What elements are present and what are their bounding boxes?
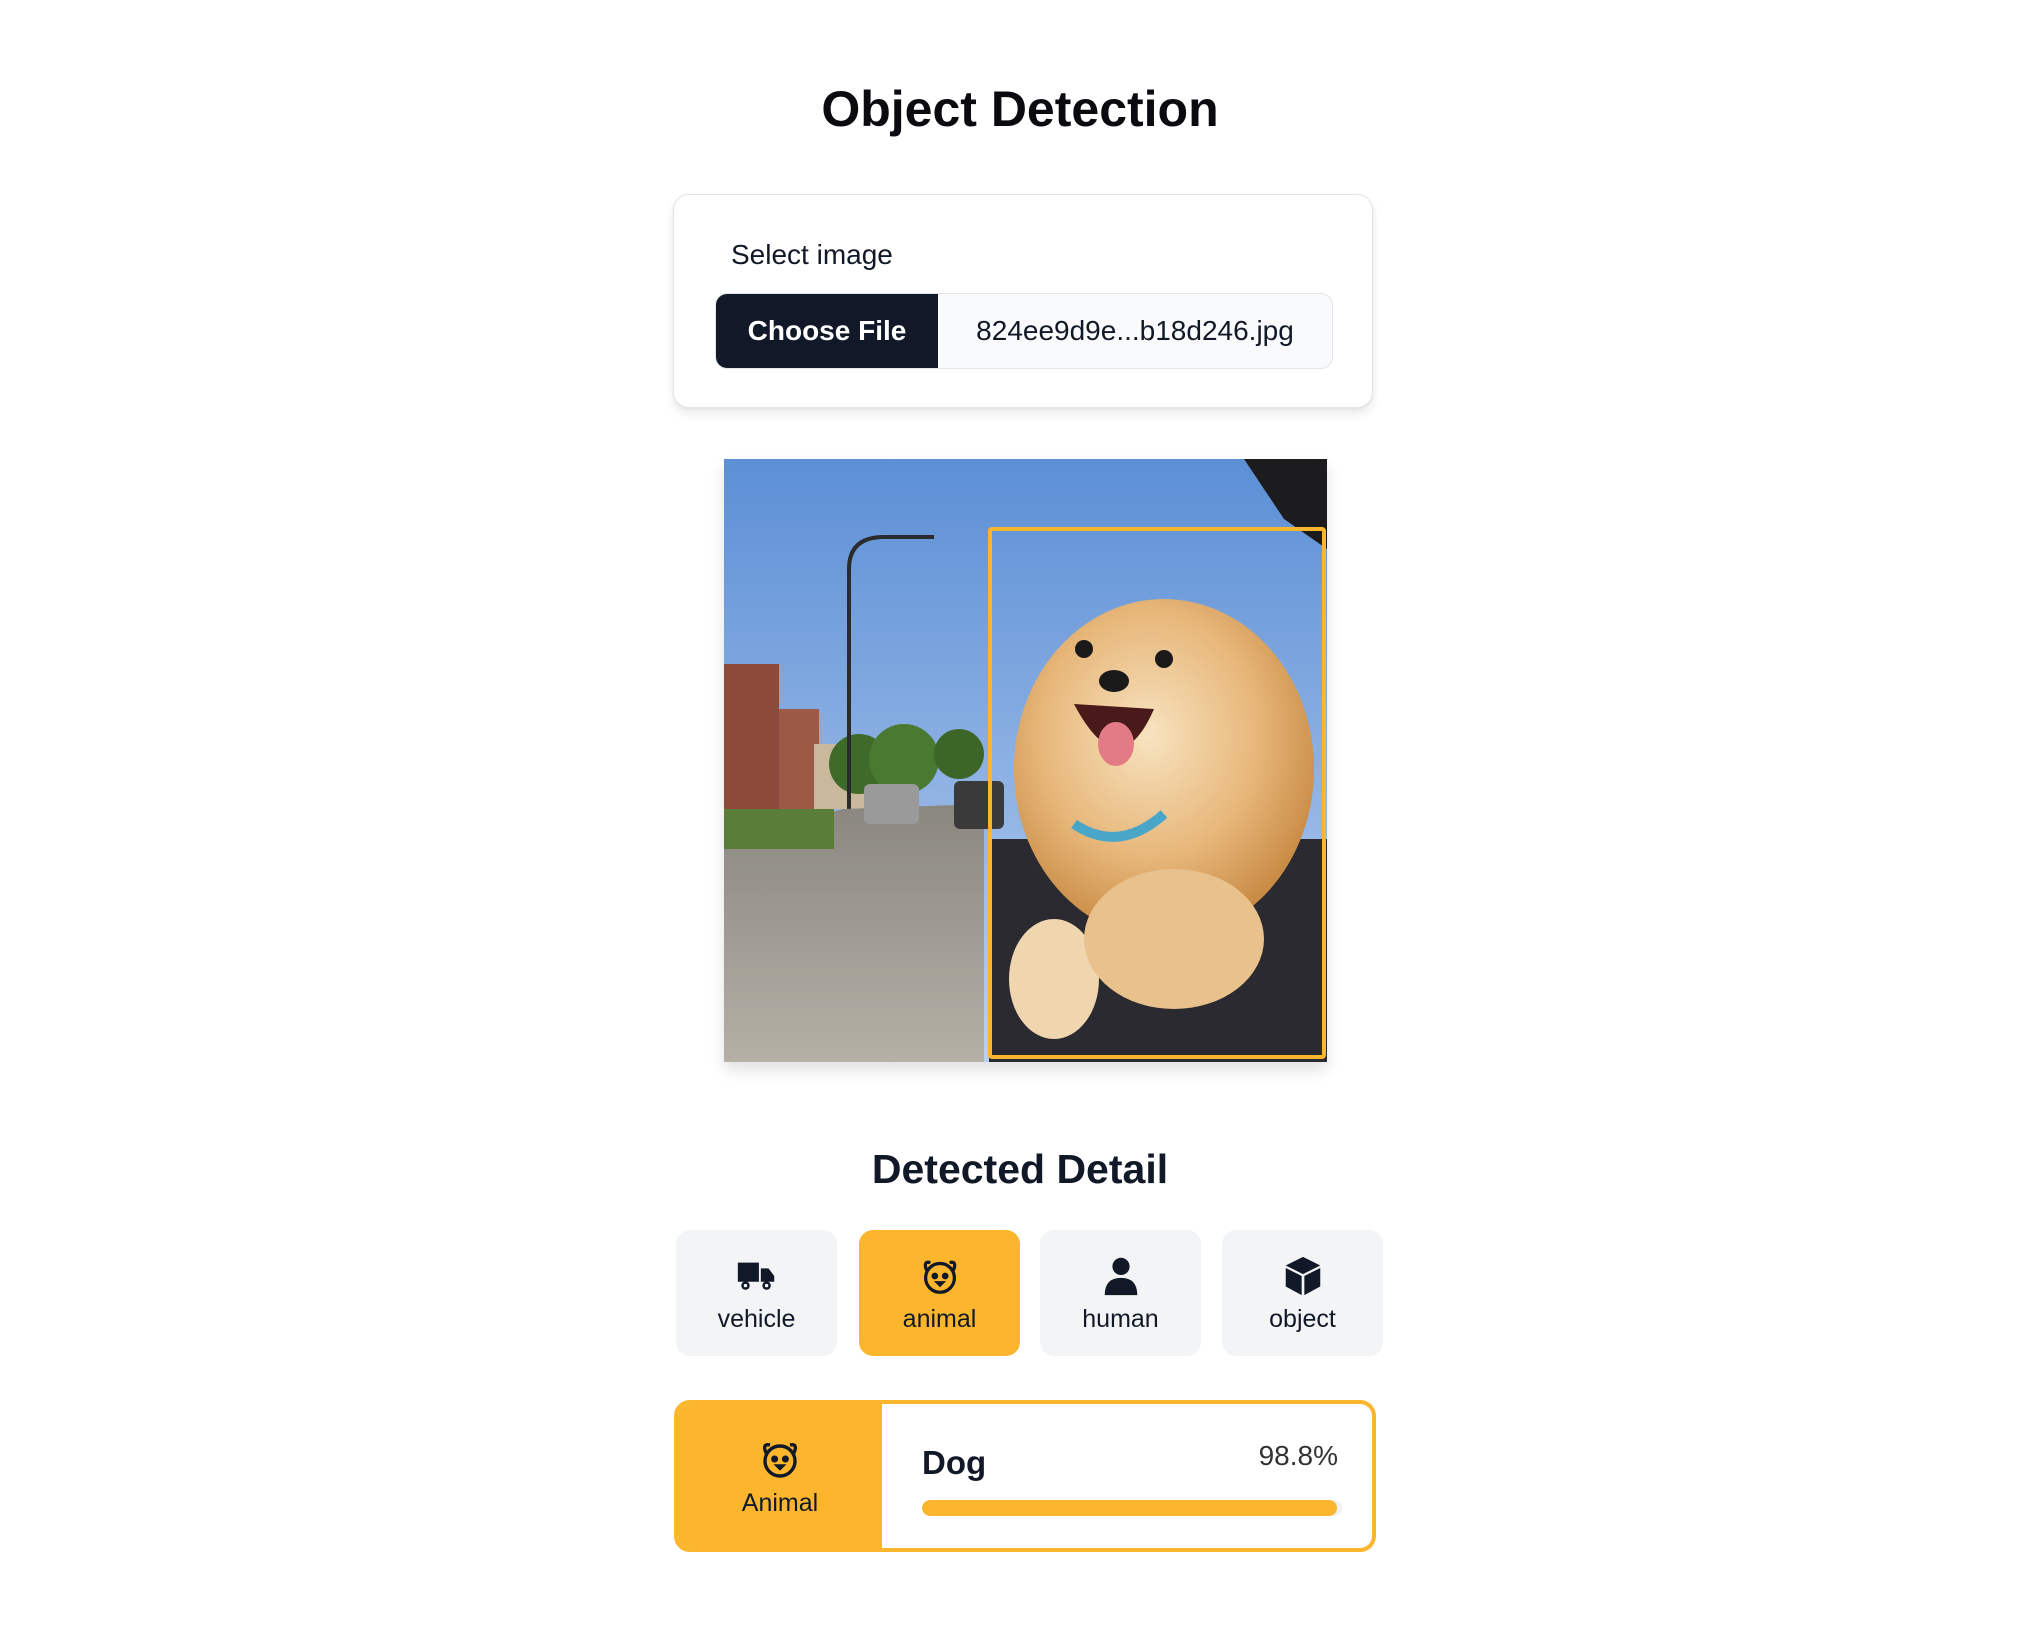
truck-icon <box>734 1253 780 1299</box>
result-category: Animal <box>678 1404 882 1548</box>
tab-label: animal <box>902 1304 977 1333</box>
detected-detail-title: Detected Detail <box>871 1146 1169 1192</box>
confidence-bar-fill <box>922 1500 1337 1516</box>
detection-box <box>988 527 1326 1059</box>
dog-icon <box>917 1253 963 1299</box>
tab-animal[interactable]: animal <box>859 1230 1020 1356</box>
file-input[interactable]: Choose File 824ee9d9e...b18d246.jpg <box>715 293 1333 369</box>
dog-icon <box>756 1435 804 1483</box>
upload-label: Select image <box>731 239 893 270</box>
result-name: Dog <box>922 1444 987 1481</box>
confidence-bar <box>922 1500 1342 1516</box>
tab-vehicle[interactable]: vehicle <box>676 1230 837 1356</box>
tab-label: human <box>1082 1304 1159 1333</box>
cube-icon <box>1280 1253 1326 1299</box>
page: Object Detection Select image Choose Fil… <box>0 0 2040 1644</box>
tab-label: vehicle <box>717 1304 796 1333</box>
tab-label: object <box>1269 1304 1336 1333</box>
page-title: Object Detection <box>821 81 1219 137</box>
tab-human[interactable]: human <box>1040 1230 1201 1356</box>
upload-card: Select image Choose File 824ee9d9e...b18… <box>673 194 1373 408</box>
tab-object[interactable]: object <box>1222 1230 1383 1356</box>
detection-result-card[interactable]: Animal Dog 98.8% <box>674 1400 1376 1552</box>
result-category-label: Animal <box>741 1488 819 1517</box>
uploaded-image <box>724 459 1327 1062</box>
person-icon <box>1098 1253 1144 1299</box>
file-name: 824ee9d9e...b18d246.jpg <box>976 315 1294 346</box>
result-score: 98.8% <box>1258 1440 1338 1471</box>
category-tabs: vehicle animal human object <box>676 1230 1383 1356</box>
choose-file-button[interactable]: Choose File <box>716 294 938 368</box>
